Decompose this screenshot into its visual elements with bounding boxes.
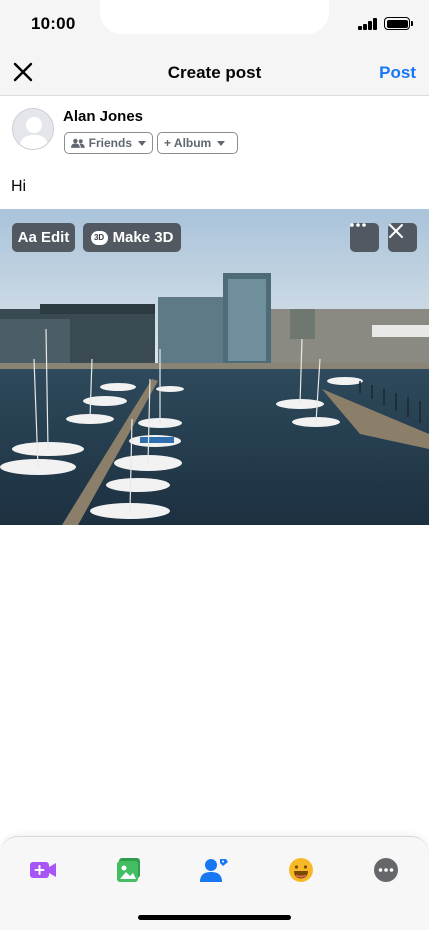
post-text-input[interactable]: Hi: [11, 178, 26, 196]
make-3d-label: Make 3D: [112, 229, 174, 246]
live-video-button[interactable]: [28, 857, 58, 883]
tag-people-icon: [200, 859, 228, 882]
edit-label: Aa Edit: [17, 229, 70, 246]
make-3d-button[interactable]: 3D Make 3D: [83, 223, 181, 252]
more-options-icon: [374, 858, 398, 882]
header-bar: Create post Post: [0, 50, 429, 96]
default-avatar-icon: [13, 109, 53, 149]
add-photo-button[interactable]: [114, 857, 144, 883]
audience-selector[interactable]: Friends: [64, 132, 153, 154]
3d-icon: 3D: [90, 230, 108, 245]
close-icon: [389, 224, 403, 238]
video-icon: [30, 862, 56, 878]
feeling-icon: [289, 858, 313, 882]
more-options-button[interactable]: [371, 857, 401, 883]
avatar[interactable]: [12, 108, 54, 150]
album-label: + Album: [164, 136, 212, 150]
feeling-activity-button[interactable]: [286, 857, 316, 883]
remove-photo-button[interactable]: [388, 223, 417, 252]
album-selector[interactable]: + Album: [157, 132, 238, 154]
friends-icon: [71, 138, 85, 148]
device-notch: [100, 0, 329, 34]
battery-icon: [384, 17, 413, 30]
chevron-down-icon: [138, 140, 146, 146]
edit-photo-button[interactable]: Aa Edit: [12, 223, 75, 252]
status-time: 10:00: [31, 14, 76, 33]
chevron-down-icon: [217, 140, 226, 146]
signal-icon: [358, 18, 378, 30]
more-dots-icon: [350, 223, 366, 227]
page-title: Create post: [167, 63, 262, 82]
harbor-photo: [0, 209, 429, 525]
status-bar: 10:00: [0, 0, 429, 50]
audience-label: Friends: [88, 136, 132, 150]
home-indicator: [138, 915, 291, 920]
author-name: Alan Jones: [63, 108, 144, 125]
photo-more-button[interactable]: [350, 223, 379, 252]
tag-people-button[interactable]: [199, 857, 229, 883]
create-post-screen: 10:00 Create post Post Alan Jones Friend…: [0, 0, 429, 930]
attached-photo[interactable]: Aa Edit 3D Make 3D: [0, 209, 429, 525]
photo-icon: [117, 858, 140, 882]
post-button[interactable]: Post: [379, 63, 416, 83]
